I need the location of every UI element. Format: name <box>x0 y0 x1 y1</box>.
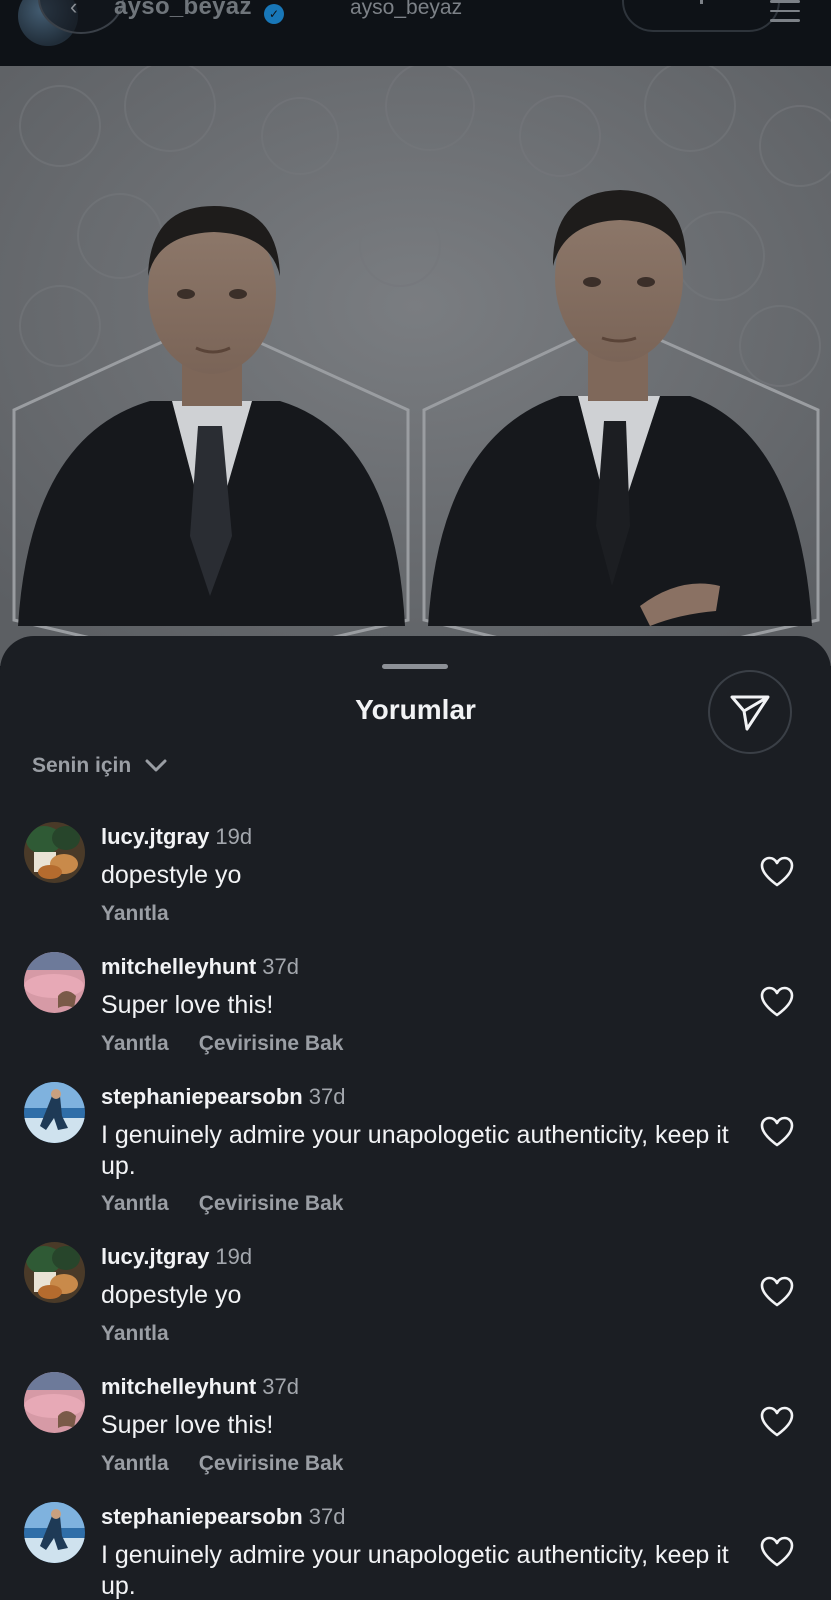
see-translation-button[interactable]: Çevirisine Bak <box>199 1032 344 1055</box>
heart-icon[interactable] <box>760 856 794 888</box>
reply-button[interactable]: Yanıtla <box>101 1322 169 1345</box>
chevron-down-icon <box>145 759 167 772</box>
account-handle[interactable]: ayso_beyaz <box>114 0 252 21</box>
sort-label: Senin için <box>32 754 132 777</box>
comment-time: 19d <box>215 824 253 849</box>
comment-username[interactable]: stephaniepearsobn <box>101 1504 303 1529</box>
see-translation-button[interactable]: Çevirisine Bak <box>199 1452 344 1475</box>
heart-icon[interactable] <box>760 1536 794 1568</box>
comment-username[interactable]: lucy.jtgray <box>101 1244 209 1269</box>
comment-time: 37d <box>308 1084 346 1109</box>
commenter-avatar[interactable] <box>24 1242 85 1303</box>
sheet-title: Yorumlar <box>355 694 476 725</box>
comment-text: dopestyle yo <box>101 861 242 889</box>
commenter-avatar[interactable] <box>24 822 85 883</box>
comments-sheet: Yorumlar Senin için lucy.jtgray 19d dopes… <box>0 636 831 1600</box>
comment-text: dopestyle yo <box>101 1281 242 1309</box>
comment-username[interactable]: mitchelleyhunt <box>101 954 256 979</box>
comment-time: 19d <box>215 1244 253 1269</box>
menu-icon[interactable] <box>770 0 800 26</box>
send-icon <box>730 695 770 731</box>
top-bar: ‹ ayso_beyaz ✓ ayso_beyaz <box>0 0 831 66</box>
chevron-left-icon[interactable]: ‹ <box>70 0 77 20</box>
share-button[interactable] <box>708 670 792 754</box>
comment-time: 37d <box>262 1374 299 1399</box>
comment-text: Super love this! <box>101 1411 274 1439</box>
see-translation-button[interactable]: Çevirisine Bak <box>199 1192 344 1215</box>
heart-icon[interactable] <box>760 1406 794 1438</box>
heart-icon[interactable] <box>760 986 794 1018</box>
post-image <box>0 66 831 666</box>
comment-time: 37d <box>308 1504 346 1529</box>
commenter-avatar[interactable] <box>24 1082 85 1143</box>
reply-button[interactable]: Yanıtla <box>101 1192 169 1215</box>
commenter-avatar[interactable] <box>24 952 85 1013</box>
comment-text: Super love this! <box>101 991 274 1019</box>
comment-text: I genuinely admire your unapologetic aut… <box>101 1541 729 1600</box>
commenter-avatar[interactable] <box>24 1502 85 1563</box>
commenter-avatar[interactable] <box>24 1372 85 1433</box>
pill-indicator <box>700 0 703 4</box>
page-title: ayso_beyaz <box>350 0 463 19</box>
comment-username[interactable]: stephaniepearsobn <box>101 1084 303 1109</box>
comment-username[interactable]: lucy.jtgray <box>101 824 209 849</box>
comment-text: I genuinely admire your unapologetic aut… <box>101 1121 729 1180</box>
heart-icon[interactable] <box>760 1116 794 1148</box>
follow-button[interactable] <box>622 0 780 32</box>
sheet-grabber[interactable] <box>382 664 448 669</box>
comment-username[interactable]: mitchelleyhunt <box>101 1374 256 1399</box>
reply-button[interactable]: Yanıtla <box>101 1032 169 1055</box>
reply-button[interactable]: Yanıtla <box>101 1452 169 1475</box>
post-photo-illustration <box>0 66 831 666</box>
reply-button[interactable]: Yanıtla <box>101 902 169 925</box>
heart-icon[interactable] <box>760 1276 794 1308</box>
comment-time: 37d <box>262 954 299 979</box>
verified-badge-icon: ✓ <box>264 4 284 24</box>
sort-selector[interactable]: Senin için <box>32 754 167 778</box>
